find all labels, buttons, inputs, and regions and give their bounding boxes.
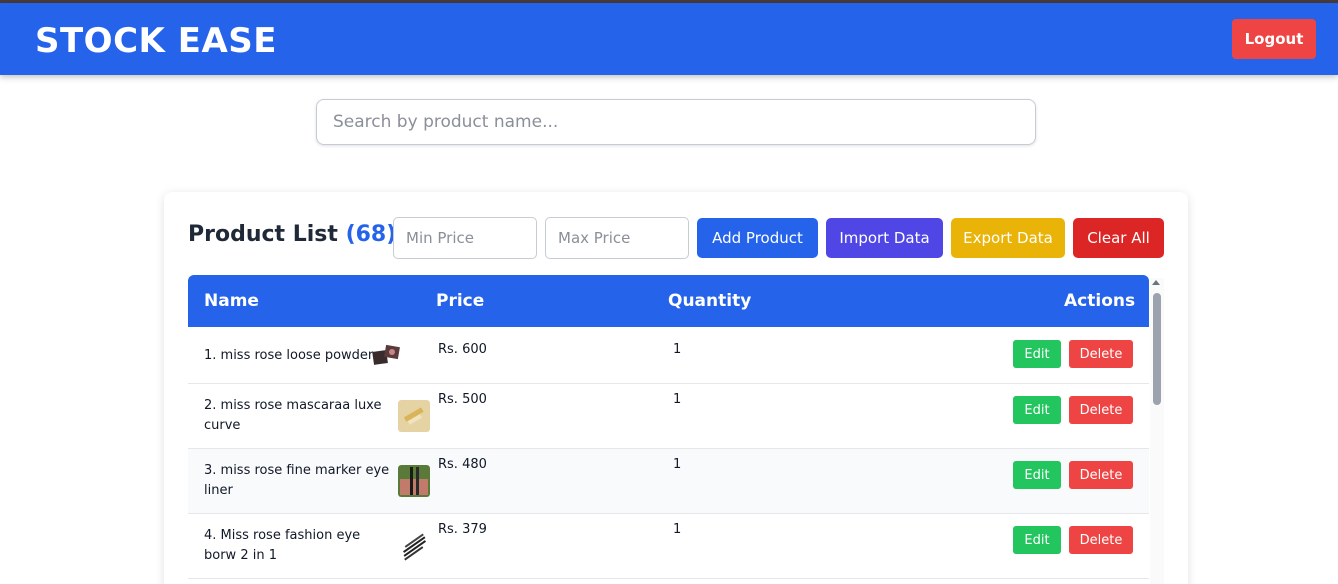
table-header: Name Price Quantity Actions — [188, 275, 1149, 327]
product-thumbnail — [398, 530, 430, 562]
logout-button[interactable]: Logout — [1232, 19, 1316, 59]
column-name: Name — [204, 291, 259, 311]
edit-button[interactable]: Edit — [1013, 461, 1061, 489]
product-quantity: 1 — [673, 392, 682, 407]
scrollbar-thumb[interactable] — [1153, 293, 1161, 405]
product-price: Rs. 500 — [438, 392, 487, 407]
product-thumbnail — [398, 400, 430, 432]
search-input[interactable] — [316, 99, 1036, 145]
edit-button[interactable]: Edit — [1013, 340, 1061, 368]
product-quantity: 1 — [673, 522, 682, 537]
min-price-input[interactable] — [393, 217, 537, 259]
scroll-up-arrow-icon[interactable] — [1152, 280, 1160, 285]
column-actions: Actions — [1064, 291, 1136, 311]
clear-all-button[interactable]: Clear All — [1073, 218, 1164, 258]
product-price: Rs. 480 — [438, 457, 487, 472]
edit-button[interactable]: Edit — [1013, 526, 1061, 554]
product-quantity: 1 — [673, 342, 682, 357]
delete-button[interactable]: Delete — [1069, 526, 1133, 554]
table-row: 3. miss rose fine marker eye liner Rs. 4… — [188, 449, 1149, 514]
product-quantity: 1 — [673, 457, 682, 472]
product-name: 3. miss rose fine marker eye liner — [204, 463, 390, 498]
product-name: 1. miss rose loose powder — [204, 348, 374, 363]
column-price: Price — [436, 291, 485, 311]
max-price-input[interactable] — [545, 217, 689, 259]
delete-button[interactable]: Delete — [1069, 396, 1133, 424]
column-quantity: Quantity — [668, 291, 752, 311]
product-thumbnail — [398, 465, 430, 497]
table-row: 2. miss rose mascaraa luxe curve Rs. 500… — [188, 384, 1149, 449]
product-price: Rs. 600 — [438, 342, 487, 357]
app-header: STOCK EASE Logout — [0, 3, 1338, 75]
product-name: 2. miss rose mascaraa luxe curve — [204, 398, 382, 433]
product-count: (68) — [345, 222, 397, 247]
delete-button[interactable]: Delete — [1069, 461, 1133, 489]
product-list-title: Product List (68) — [188, 222, 396, 247]
table-row: 1. miss rose loose powder Rs. 600 1 Edit… — [188, 327, 1149, 384]
product-price: Rs. 379 — [438, 522, 487, 537]
product-name: 4. Miss rose fashion eye borw 2 in 1 — [204, 528, 361, 563]
delete-button[interactable]: Delete — [1069, 340, 1133, 368]
product-list-title-text: Product List — [188, 222, 338, 247]
product-thumbnail — [372, 344, 400, 365]
add-product-button[interactable]: Add Product — [697, 218, 818, 258]
export-data-button[interactable]: Export Data — [951, 218, 1065, 258]
import-data-button[interactable]: Import Data — [826, 218, 943, 258]
table-row: 4. Miss rose fashion eye borw 2 in 1 Rs.… — [188, 514, 1149, 579]
edit-button[interactable]: Edit — [1013, 396, 1061, 424]
app-brand: STOCK EASE — [35, 21, 277, 61]
